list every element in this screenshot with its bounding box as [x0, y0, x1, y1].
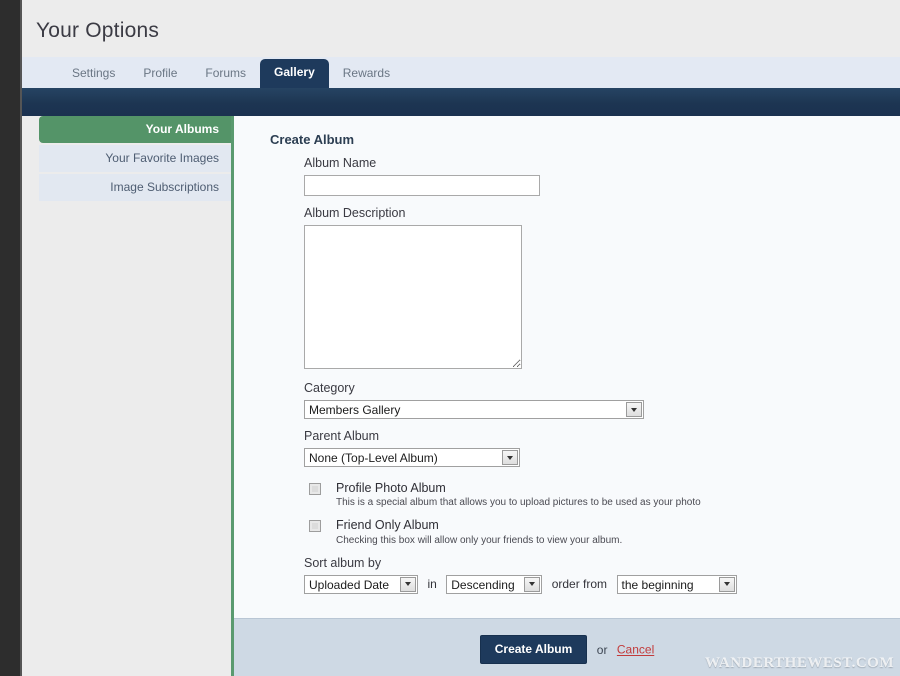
- chevron-down-icon: [718, 576, 735, 592]
- sort-direction-select[interactable]: Descending: [446, 574, 543, 594]
- chevron-down-icon: [626, 402, 642, 417]
- chevron-down-icon: [524, 576, 541, 592]
- album-name-block: Album Name: [304, 156, 884, 196]
- chevron-down-icon: [400, 576, 416, 592]
- sort-controls-row: Uploaded Date in Descending order from t…: [304, 574, 884, 594]
- create-album-panel: Create Album Album Name Album Descriptio…: [234, 116, 900, 676]
- parent-album-label: Parent Album: [304, 429, 380, 443]
- sort-joiner-in: in: [427, 577, 437, 592]
- navy-accent-bar: [22, 88, 900, 116]
- tab-list: Settings Profile Forums Gallery Rewards: [58, 57, 404, 88]
- category-block: Category Members Gallery: [304, 381, 884, 419]
- footer-or-text: or: [596, 642, 608, 657]
- category-select[interactable]: Members Gallery: [304, 400, 644, 419]
- create-album-form: Album Name Album Description Category Me…: [304, 156, 884, 604]
- friend-only-album-row: Friend Only Album Checking this box will…: [304, 518, 884, 546]
- friend-only-album-title: Friend Only Album: [336, 518, 439, 533]
- page-container: Your Options Settings Profile Forums Gal…: [22, 0, 900, 676]
- sort-album-by-label: Sort album by: [304, 555, 382, 570]
- tab-bar: Settings Profile Forums Gallery Rewards: [22, 57, 900, 88]
- album-name-input[interactable]: [304, 175, 540, 196]
- sort-field-select[interactable]: Uploaded Date: [304, 574, 418, 594]
- form-footer: Create Album or Cancel: [234, 618, 900, 676]
- page-title: Your Options: [36, 19, 160, 42]
- parent-album-block: Parent Album None (Top-Level Album): [304, 429, 884, 467]
- friend-only-album-checkbox[interactable]: [309, 520, 321, 533]
- sidebar-nav: Your Albums Your Favorite Images Image S…: [22, 116, 231, 676]
- chevron-down-icon: [502, 450, 518, 465]
- profile-photo-album-title: Profile Photo Album: [336, 481, 446, 495]
- tab-gallery[interactable]: Gallery: [260, 59, 329, 88]
- cancel-link[interactable]: Cancel: [617, 643, 654, 657]
- friend-only-album-description: Checking this box will allow only your f…: [336, 534, 623, 546]
- tab-forums[interactable]: Forums: [191, 61, 260, 88]
- sidebar-item-image-subscriptions[interactable]: Image Subscriptions: [39, 174, 231, 201]
- profile-photo-album-checkbox[interactable]: [309, 483, 321, 495]
- category-label: Category: [304, 381, 355, 395]
- create-album-button[interactable]: Create Album: [479, 635, 588, 664]
- sort-joiner-order-from: order from: [551, 577, 608, 592]
- sort-from-select[interactable]: the beginning: [616, 574, 737, 594]
- profile-photo-album-row: Profile Photo Album This is a special al…: [304, 481, 884, 509]
- panel-title: Create Album: [270, 132, 355, 147]
- tab-settings[interactable]: Settings: [58, 61, 129, 88]
- parent-album-selected-value: None (Top-Level Album): [309, 451, 438, 465]
- parent-album-select[interactable]: None (Top-Level Album): [304, 448, 520, 467]
- sort-block: Sort album by Uploaded Date in Descendin…: [304, 556, 884, 594]
- app-screen: Your Options Settings Profile Forums Gal…: [0, 0, 900, 676]
- album-name-label: Album Name: [304, 156, 377, 170]
- category-selected-value: Members Gallery: [309, 403, 401, 417]
- profile-photo-album-description: This is a special album that allows you …: [336, 497, 701, 509]
- sidebar-item-your-albums[interactable]: Your Albums: [39, 116, 231, 143]
- browser-left-gutter: [0, 0, 20, 676]
- tab-profile[interactable]: Profile: [129, 61, 191, 88]
- content-area: Your Albums Your Favorite Images Image S…: [22, 116, 900, 676]
- album-description-textarea[interactable]: [304, 225, 522, 369]
- sidebar-item-your-favorite-images[interactable]: Your Favorite Images: [39, 145, 231, 172]
- page-header: Your Options: [22, 0, 900, 57]
- album-description-label: Album Description: [304, 206, 406, 220]
- tab-rewards[interactable]: Rewards: [329, 61, 404, 88]
- footer-actions: Create Album or Cancel: [234, 635, 900, 664]
- album-description-block: Album Description: [304, 206, 884, 369]
